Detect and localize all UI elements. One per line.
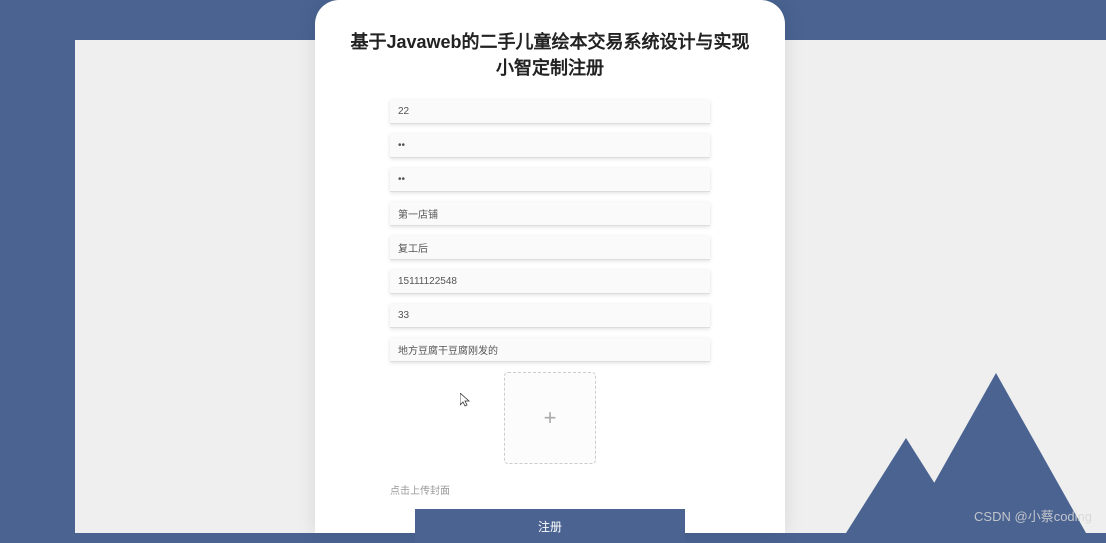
input-field-2[interactable] [390,168,710,192]
username-input[interactable] [398,106,702,117]
input-field-0[interactable] [390,100,710,124]
shop-name-input[interactable] [398,208,702,219]
input-field-1[interactable] [390,134,710,158]
input-field-3[interactable] [390,202,710,226]
submit-button[interactable]: 注册 [415,509,685,543]
watermark-text: CSDN @小蔡coding [974,506,1092,525]
registration-form-card: 基于Javaweb的二手儿童绘本交易系统设计与实现 小智定制注册 + 点击上传封… [315,0,785,533]
upload-hint: 点击上传封面 [390,482,710,497]
page-title: 基于Javaweb的二手儿童绘本交易系统设计与实现 小智定制注册 [347,28,753,80]
input-field-5[interactable] [390,270,710,294]
upload-box[interactable]: + [504,372,596,464]
confirm-password-input[interactable] [398,174,702,185]
input-field-6[interactable] [390,304,710,328]
age-input[interactable] [398,310,702,321]
decorative-triangle-small [846,438,966,533]
input-field-7[interactable] [390,338,710,362]
plus-icon: + [544,405,557,431]
password-input[interactable] [398,140,702,151]
address-input[interactable] [398,344,702,355]
upload-area: + [390,372,710,464]
phone-input[interactable] [398,276,702,287]
contact-name-input[interactable] [398,242,702,253]
input-field-4[interactable] [390,236,710,260]
